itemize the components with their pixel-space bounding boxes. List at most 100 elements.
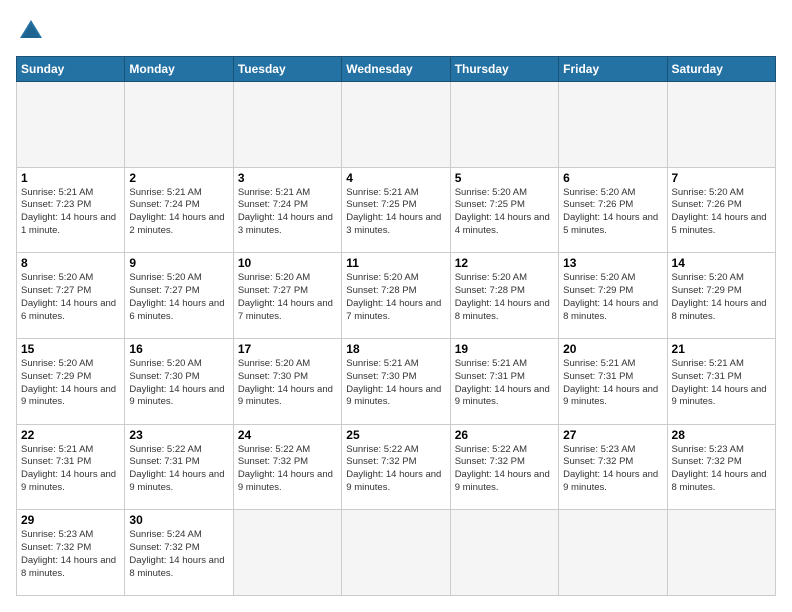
calendar-cell: 1Sunrise: 5:21 AMSunset: 7:23 PMDaylight… — [17, 167, 125, 253]
day-number: 16 — [129, 342, 228, 356]
calendar-cell: 30Sunrise: 5:24 AMSunset: 7:32 PMDayligh… — [125, 510, 233, 596]
col-header-friday: Friday — [559, 57, 667, 82]
day-number: 18 — [346, 342, 445, 356]
day-info: Sunrise: 5:21 AMSunset: 7:31 PMDaylight:… — [455, 358, 554, 409]
logo-icon — [16, 16, 46, 46]
day-info: Sunrise: 5:20 AMSunset: 7:26 PMDaylight:… — [672, 187, 771, 238]
calendar-cell: 12Sunrise: 5:20 AMSunset: 7:28 PMDayligh… — [450, 253, 558, 339]
calendar-cell — [342, 510, 450, 596]
day-info: Sunrise: 5:22 AMSunset: 7:31 PMDaylight:… — [129, 444, 228, 495]
calendar-week-2: 1Sunrise: 5:21 AMSunset: 7:23 PMDaylight… — [17, 167, 776, 253]
calendar-cell: 28Sunrise: 5:23 AMSunset: 7:32 PMDayligh… — [667, 424, 775, 510]
day-info: Sunrise: 5:20 AMSunset: 7:27 PMDaylight:… — [21, 272, 120, 323]
day-number: 9 — [129, 256, 228, 270]
day-number: 21 — [672, 342, 771, 356]
calendar-week-5: 22 Sunrise: 5:21 AMSunset: 7:31 PMDayligh… — [17, 424, 776, 510]
calendar-cell: 21 Sunrise: 5:21 AMSunset: 7:31 PMDayligh… — [667, 338, 775, 424]
calendar-week-4: 15 Sunrise: 5:20 AMSunset: 7:29 PMDayligh… — [17, 338, 776, 424]
calendar-week-6: 29 Sunrise: 5:23 AMSunset: 7:32 PMDayligh… — [17, 510, 776, 596]
col-header-saturday: Saturday — [667, 57, 775, 82]
day-number: 30 — [129, 513, 228, 527]
col-header-sunday: Sunday — [17, 57, 125, 82]
day-info: Sunrise: 5:23 AMSunset: 7:32 PMDaylight:… — [672, 444, 771, 495]
day-number: 22 — [21, 428, 120, 442]
col-header-wednesday: Wednesday — [342, 57, 450, 82]
calendar-cell: 26Sunrise: 5:22 AMSunset: 7:32 PMDayligh… — [450, 424, 558, 510]
calendar-cell — [667, 510, 775, 596]
page: SundayMondayTuesdayWednesdayThursdayFrid… — [0, 0, 792, 612]
calendar-cell: 25 Sunrise: 5:22 AMSunset: 7:32 PMDayligh… — [342, 424, 450, 510]
calendar-cell — [559, 510, 667, 596]
calendar-cell: 20 Sunrise: 5:21 AMSunset: 7:31 PMDayligh… — [559, 338, 667, 424]
calendar-cell: 19 Sunrise: 5:21 AMSunset: 7:31 PMDayligh… — [450, 338, 558, 424]
day-info: Sunrise: 5:23 AMSunset: 7:32 PMDaylight:… — [21, 529, 120, 580]
calendar-cell: 24 Sunrise: 5:22 AMSunset: 7:32 PMDayligh… — [233, 424, 341, 510]
day-info: Sunrise: 5:21 AMSunset: 7:31 PMDaylight:… — [21, 444, 120, 495]
day-info: Sunrise: 5:20 AMSunset: 7:29 PMDaylight:… — [21, 358, 120, 409]
day-info: Sunrise: 5:21 AMSunset: 7:24 PMDaylight:… — [129, 187, 228, 238]
day-info: Sunrise: 5:23 AMSunset: 7:32 PMDaylight:… — [563, 444, 662, 495]
calendar-cell — [667, 82, 775, 168]
calendar-week-1 — [17, 82, 776, 168]
calendar-cell: 13 Sunrise: 5:20 AMSunset: 7:29 PMDayligh… — [559, 253, 667, 339]
calendar-cell: 3 Sunrise: 5:21 AMSunset: 7:24 PMDaylight… — [233, 167, 341, 253]
col-header-thursday: Thursday — [450, 57, 558, 82]
day-info: Sunrise: 5:20 AMSunset: 7:26 PMDaylight:… — [563, 187, 662, 238]
day-info: Sunrise: 5:21 AMSunset: 7:31 PMDaylight:… — [563, 358, 662, 409]
day-number: 3 — [238, 171, 337, 185]
day-number: 10 — [238, 256, 337, 270]
day-info: Sunrise: 5:20 AMSunset: 7:30 PMDaylight:… — [129, 358, 228, 409]
day-number: 8 — [21, 256, 120, 270]
day-number: 25 — [346, 428, 445, 442]
day-info: Sunrise: 5:22 AMSunset: 7:32 PMDaylight:… — [238, 444, 337, 495]
calendar-cell: 11 Sunrise: 5:20 AMSunset: 7:28 PMDayligh… — [342, 253, 450, 339]
day-info: Sunrise: 5:22 AMSunset: 7:32 PMDaylight:… — [346, 444, 445, 495]
calendar-cell — [559, 82, 667, 168]
day-number: 17 — [238, 342, 337, 356]
day-number: 6 — [563, 171, 662, 185]
day-info: Sunrise: 5:20 AMSunset: 7:25 PMDaylight:… — [455, 187, 554, 238]
day-info: Sunrise: 5:20 AMSunset: 7:27 PMDaylight:… — [129, 272, 228, 323]
day-info: Sunrise: 5:21 AMSunset: 7:31 PMDaylight:… — [672, 358, 771, 409]
day-info: Sunrise: 5:20 AMSunset: 7:29 PMDaylight:… — [563, 272, 662, 323]
day-info: Sunrise: 5:21 AMSunset: 7:24 PMDaylight:… — [238, 187, 337, 238]
calendar-cell: 5Sunrise: 5:20 AMSunset: 7:25 PMDaylight… — [450, 167, 558, 253]
calendar-header-row: SundayMondayTuesdayWednesdayThursdayFrid… — [17, 57, 776, 82]
calendar-cell: 2Sunrise: 5:21 AMSunset: 7:24 PMDaylight… — [125, 167, 233, 253]
calendar-cell: 27Sunrise: 5:23 AMSunset: 7:32 PMDayligh… — [559, 424, 667, 510]
calendar-cell — [233, 510, 341, 596]
calendar-cell: 23 Sunrise: 5:22 AMSunset: 7:31 PMDayligh… — [125, 424, 233, 510]
day-info: Sunrise: 5:20 AMSunset: 7:30 PMDaylight:… — [238, 358, 337, 409]
calendar-cell — [233, 82, 341, 168]
col-header-monday: Monday — [125, 57, 233, 82]
day-number: 12 — [455, 256, 554, 270]
calendar-cell: 17 Sunrise: 5:20 AMSunset: 7:30 PMDayligh… — [233, 338, 341, 424]
day-number: 26 — [455, 428, 554, 442]
day-info: Sunrise: 5:20 AMSunset: 7:28 PMDaylight:… — [346, 272, 445, 323]
calendar-cell: 14Sunrise: 5:20 AMSunset: 7:29 PMDayligh… — [667, 253, 775, 339]
day-info: Sunrise: 5:20 AMSunset: 7:27 PMDaylight:… — [238, 272, 337, 323]
day-number: 23 — [129, 428, 228, 442]
day-number: 19 — [455, 342, 554, 356]
day-number: 20 — [563, 342, 662, 356]
calendar-cell — [17, 82, 125, 168]
day-number: 29 — [21, 513, 120, 527]
day-number: 13 — [563, 256, 662, 270]
day-number: 15 — [21, 342, 120, 356]
calendar-cell: 4Sunrise: 5:21 AMSunset: 7:25 PMDaylight… — [342, 167, 450, 253]
day-info: Sunrise: 5:20 AMSunset: 7:29 PMDaylight:… — [672, 272, 771, 323]
calendar-cell: 18Sunrise: 5:21 AMSunset: 7:30 PMDayligh… — [342, 338, 450, 424]
calendar-week-3: 8 Sunrise: 5:20 AMSunset: 7:27 PMDaylight… — [17, 253, 776, 339]
day-info: Sunrise: 5:21 AMSunset: 7:25 PMDaylight:… — [346, 187, 445, 238]
calendar-cell: 22 Sunrise: 5:21 AMSunset: 7:31 PMDayligh… — [17, 424, 125, 510]
calendar-cell: 10 Sunrise: 5:20 AMSunset: 7:27 PMDayligh… — [233, 253, 341, 339]
day-number: 11 — [346, 256, 445, 270]
calendar-cell: 7Sunrise: 5:20 AMSunset: 7:26 PMDaylight… — [667, 167, 775, 253]
calendar-cell: 6 Sunrise: 5:20 AMSunset: 7:26 PMDaylight… — [559, 167, 667, 253]
header — [16, 16, 776, 46]
calendar-cell — [450, 82, 558, 168]
day-number: 24 — [238, 428, 337, 442]
calendar-cell: 15 Sunrise: 5:20 AMSunset: 7:29 PMDayligh… — [17, 338, 125, 424]
calendar-cell — [125, 82, 233, 168]
calendar-cell: 8 Sunrise: 5:20 AMSunset: 7:27 PMDaylight… — [17, 253, 125, 339]
